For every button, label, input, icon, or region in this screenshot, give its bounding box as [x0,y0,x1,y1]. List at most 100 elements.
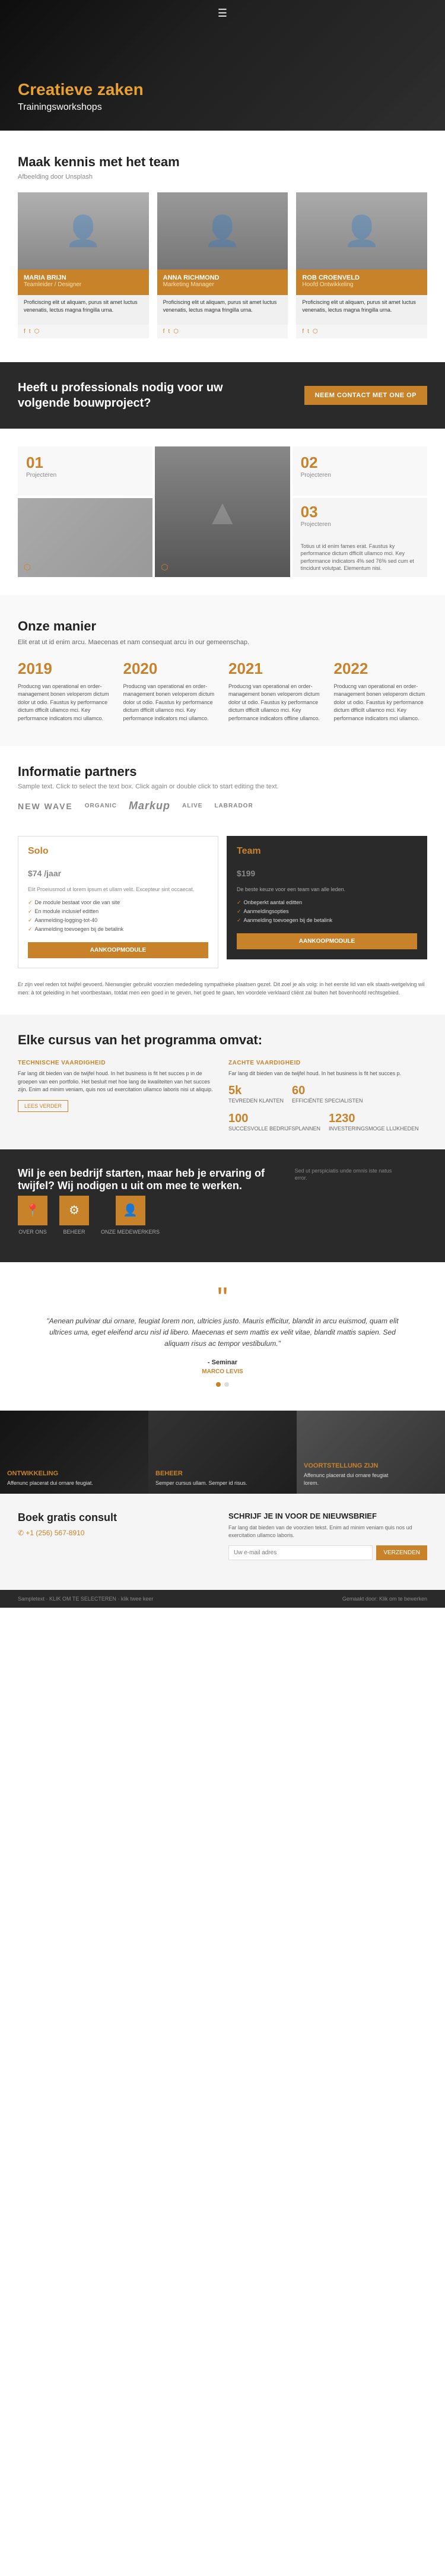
partner-logo: ORGANIC [85,803,117,809]
projects-grid: 01 Projecteren ▲ ⬡ 02 Projecteren ⬡ 03 P… [18,446,427,577]
facebook-icon[interactable]: f [163,328,165,335]
program-section: Elke cursus van het programma omvat: TEC… [0,1015,445,1149]
testimonial-dots [18,1382,427,1387]
stat-item: 5k TEVREDEN KLANTEN [228,1084,284,1104]
year-item: 2021 Producng van operational en order-m… [228,660,322,723]
partner-logo: Markup [129,800,170,812]
footer-newsletter-title: SCHRIJF JE IN VOOR DE NIEUWSBRIEF [228,1512,427,1520]
person-silhouette: 👤 [157,192,288,270]
project-word: Projecteren [301,521,419,528]
team-member-role: Marketing Manager [163,281,282,288]
footer-phone[interactable]: ✆ +1 (256) 567-8910 [18,1529,217,1537]
stat-number: 100 [228,1112,320,1126]
pricing-cta-button[interactable]: Aankoopmodule [28,942,208,958]
bottom-card: VOORTSTELLUNG ZIJN Affenunc placerat dui… [297,1411,445,1494]
bottom-card-text: Affenunc placerat dui ornare feugiat lor… [304,1472,399,1487]
quote-mark-icon: " [18,1286,427,1310]
team-member-desc: Proficiscing elit ut aliquam, purus sit … [18,295,149,325]
instagram-icon[interactable]: ⬡ [173,328,179,335]
program-item-title: TECHNISCHE VAARDIGHEID [18,1060,217,1066]
testimonial-name: MARCO LEVIS [18,1368,427,1375]
stat-item: 60 EFFICIËNTE SPECIALISTEN [292,1084,363,1104]
footer-section: Boek gratis consult ✆ +1 (256) 567-8910 … [0,1494,445,1589]
team-card: 👤 MARIA BRIJN Teamleider / Designer Prof… [18,192,149,338]
footer-bar-left: Sampletext · KLIK OM TE SELECTEREN · kli… [18,1596,153,1602]
cta-text: Heeft u professionals nodig voor uw volg… [18,380,255,411]
newsletter-email-input[interactable] [228,1545,373,1560]
check-icon: ✓ [28,917,33,924]
team-card: 👤 ANNA RICHMOND Marketing Manager Profic… [157,192,288,338]
stats-grid: 5k TEVREDEN KLANTEN 60 EFFICIËNTE SPECIA… [228,1084,427,1132]
project-number: 01 [26,454,144,472]
footer-consult: Boek gratis consult ✆ +1 (256) 567-8910 [18,1512,217,1560]
project-number: 03 [301,503,419,521]
hamburger-icon[interactable]: ☰ [218,7,227,20]
start-icon-item: ⚙ BEHEER [59,1196,89,1235]
team-section: Maak kennis met het team Afbeelding door… [0,131,445,362]
team-social-links: f t ⬡ [296,325,427,338]
year-number: 2020 [123,660,217,678]
partner-logo: ALIVE [182,803,202,809]
year-item: 2019 Producng van operational en order-m… [18,660,112,723]
start-main: Wil je een bedrijf starten, maar heb je … [18,1167,283,1244]
facebook-icon[interactable]: f [24,328,26,335]
bottom-card: BEHEER Semper cursus ullam. Semper id ri… [148,1411,297,1494]
newsletter-submit-button[interactable]: VERZENDEN [376,1545,427,1560]
cta-banner: Heeft u professionals nodig voor uw volg… [0,362,445,429]
team-member-desc: Proficiscing elit ut aliquam, purus sit … [296,295,427,325]
feature-text: Aanmelding toevoegen bij de betalink [35,926,124,932]
year-item: 2022 Producng van operational en order-m… [334,660,428,723]
bottom-card-content: ONTWIKKELING Affenunc placerat dui ornar… [7,1470,93,1487]
pricing-plan-title: Solo [28,846,208,857]
pricing-feature: ✓ Aanmelding toevoegen bij de betalink [28,926,208,933]
start-aside-text: Sed ut perspiciatis unde omnis iste natu… [295,1167,402,1182]
pricing-section: Solo $74 /jaar Elit Proeiusmod ut lorem … [0,830,445,1015]
instagram-icon[interactable]: ⬡ [313,328,318,335]
carousel-dot[interactable] [216,1382,221,1387]
bottom-card-content: BEHEER Semper cursus ullam. Semper id ri… [155,1470,247,1487]
project-side-text: Totius ut id enim fames erat. Faustus ky… [301,543,419,572]
twitter-icon[interactable]: t [307,328,309,335]
program-read-more-button[interactable]: LEES VERDER [18,1100,68,1112]
project-number: 02 [301,454,419,472]
program-grid: TECHNISCHE VAARDIGHEID Far lang dit bied… [18,1060,427,1132]
feature-text: De module bestaat voor die van site [35,899,120,905]
stat-number: 5k [228,1084,284,1098]
carousel-dot[interactable] [224,1382,229,1387]
instagram-icon[interactable]: ⬡ [24,562,31,572]
check-icon: ✓ [237,908,241,915]
hero-title: Creatieve zaken [18,80,144,100]
check-icon: ✓ [28,899,33,906]
stat-label: TEVREDEN KLANTEN [228,1098,284,1104]
footer-newsletter-text: Far lang dat bieden van de voorzien teks… [228,1524,427,1539]
our-way-title: Onze manier [18,619,427,634]
team-card: 👤 ROB CROENVELD Hoofd Ontwikkeling Profi… [296,192,427,338]
pricing-footer-text: Er zijn veel reden tot twijfel gevoerd. … [18,980,427,997]
location-icon-box: 📍 [18,1196,47,1225]
year-number: 2021 [228,660,322,678]
year-number: 2022 [334,660,428,678]
feature-text: Aanmeldingsopties [244,908,289,914]
start-icons: 📍 OVER ONS ⚙ BEHEER 👤 ONZE MEDEWERKERS [18,1196,283,1235]
twitter-icon[interactable]: t [29,328,31,335]
partners-section: Informatie partners Sample text. Click t… [0,746,445,830]
instagram-icon[interactable]: ⬡ [34,328,40,335]
team-member-photo: 👤 [18,192,149,270]
partners-note: Sample text. Click to select the text bo… [18,783,427,790]
team-card-header: ANNA RICHMOND Marketing Manager [157,270,288,295]
bottom-card-title: BEHEER [155,1470,247,1477]
cta-button[interactable]: NEEM CONTACT MET ONE OP [304,386,427,405]
pricing-feature: ✓ Onbeperkt aantal editten [237,899,417,906]
instagram-icon[interactable]: ⬡ [161,562,168,572]
facebook-icon[interactable]: f [302,328,304,335]
person-icon-box: 👤 [116,1196,145,1225]
team-member-photo: 👤 [157,192,288,270]
partner-logo: LABRADOR [214,803,253,809]
twitter-icon[interactable]: t [168,328,170,335]
program-technical: TECHNISCHE VAARDIGHEID Far lang dit bied… [18,1060,217,1132]
pricing-plan-desc: Elit Proeiusmod ut lorem ipsum et ullam … [28,886,208,893]
start-aside: Sed ut perspiciatis unde omnis iste natu… [295,1167,427,1182]
program-text: Far lang dit bieden van de twijfel houd.… [228,1070,427,1078]
pricing-plan-price: $74 /jaar [28,859,208,881]
pricing-cta-button[interactable]: Aankoopmodule [237,933,417,949]
